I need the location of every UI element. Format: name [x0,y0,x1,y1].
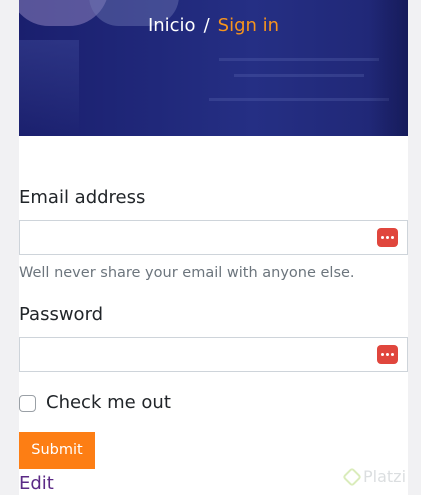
email-field[interactable] [19,220,408,255]
submit-button[interactable]: Submit [19,432,95,469]
breadcrumb-separator: / [203,15,210,36]
hero-banner: Inicio / Sign in [19,0,408,136]
hero-image-stripe [209,98,389,101]
password-field[interactable] [19,337,408,372]
email-help-text: Well never share your email with anyone … [19,265,355,281]
edit-link[interactable]: Edit [19,473,54,495]
check-me-out-label[interactable]: Check me out [46,391,171,415]
hero-image-shape [19,40,79,136]
platzi-watermark: Platzi [342,466,407,487]
password-manager-icon[interactable] [377,228,398,247]
password-manager-icon[interactable] [377,345,398,364]
check-me-out-row: Check me out [19,391,171,415]
breadcrumb-current: Sign in [217,15,280,36]
breadcrumb-home-link[interactable]: Inicio [148,15,196,36]
page: Inicio / Sign in Email address Well never … [19,0,408,495]
check-me-out-checkbox[interactable] [19,394,36,412]
watermark-text: Platzi [363,467,407,486]
email-label: Email address [19,187,146,208]
hero-image-stripe [234,74,364,77]
password-label: Password [19,304,104,325]
breadcrumb: Inicio / Sign in [19,14,408,38]
platzi-logo-icon [342,466,362,487]
hero-image-stripe [219,58,379,61]
